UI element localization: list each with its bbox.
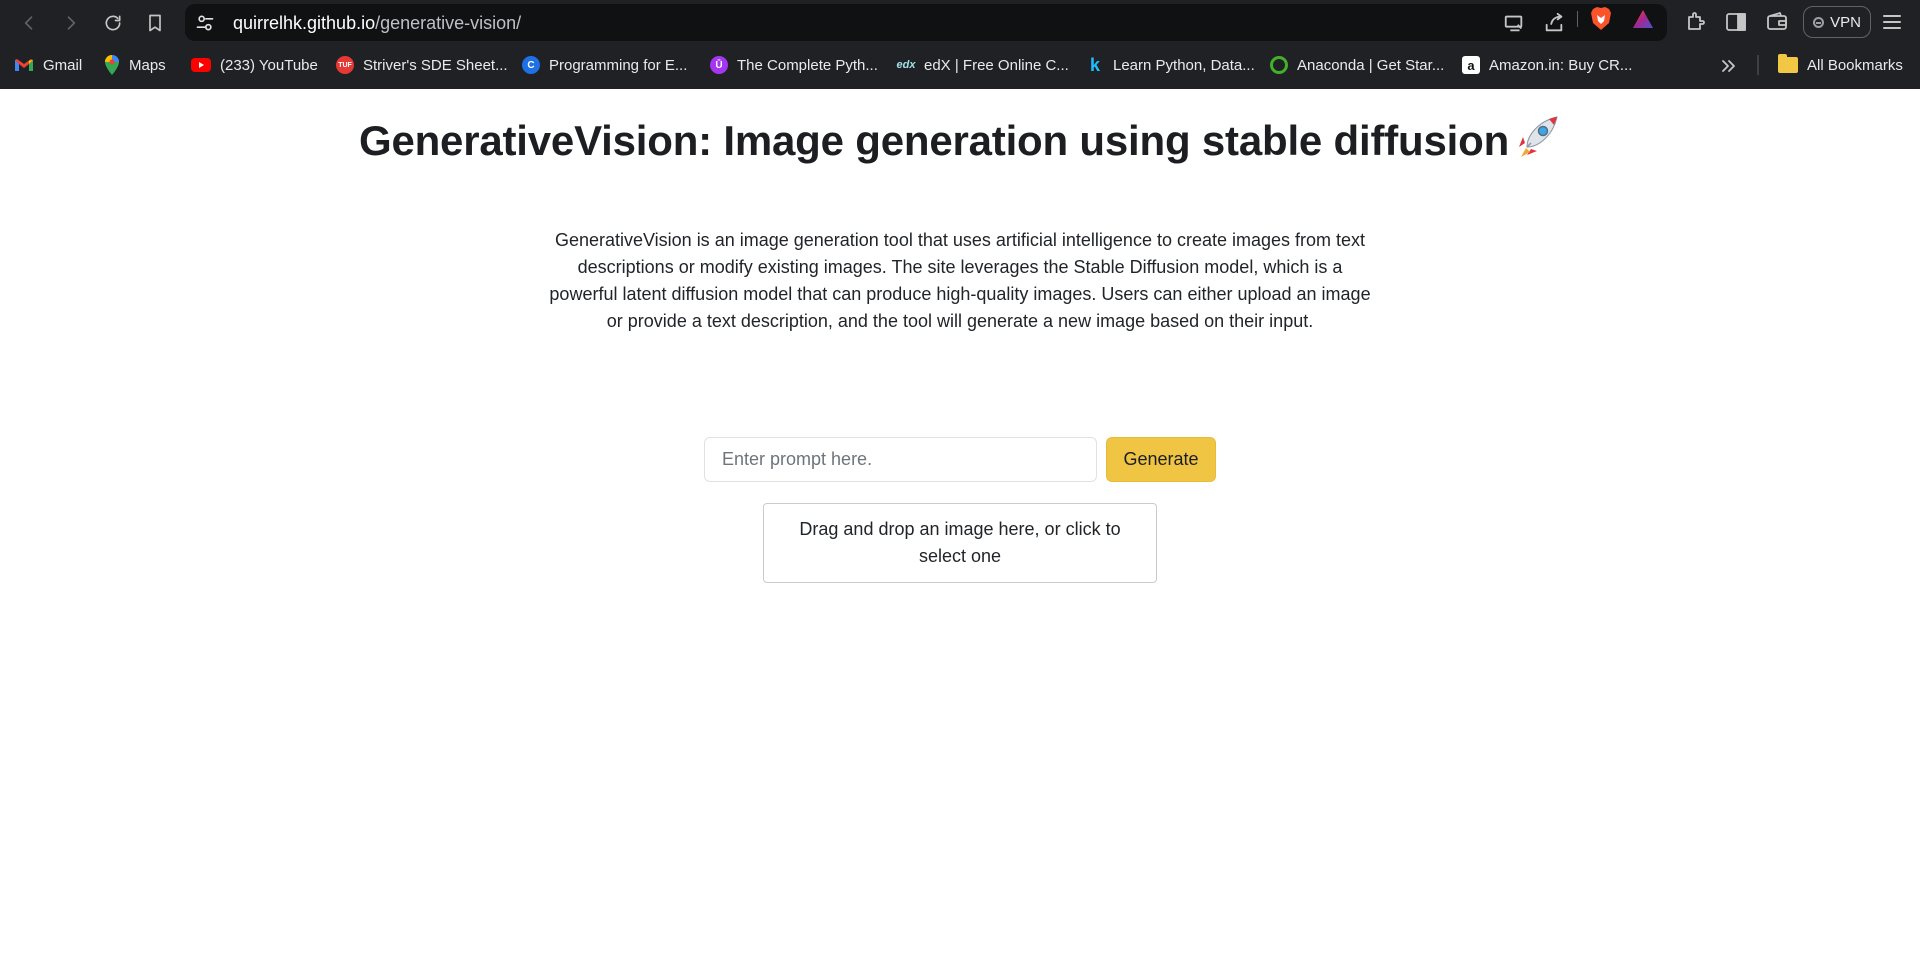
reload-icon — [105, 15, 121, 31]
vpn-label: VPN — [1830, 13, 1861, 31]
address-bar[interactable]: quirrelhk.github.io/generative-vision/ — [185, 4, 1667, 41]
bookmark-coursera[interactable]: C Programming for E... — [522, 49, 687, 81]
page-title: GenerativeVision: Image generation using… — [0, 113, 1920, 165]
cast-icon[interactable] — [1503, 12, 1525, 34]
bookmark-label: Striver's SDE Sheet... — [363, 56, 508, 74]
bookmark-striver[interactable]: TUF Striver's SDE Sheet... — [336, 49, 508, 81]
bookmarks-divider — [1757, 55, 1759, 75]
bookmark-label: (233) YouTube — [220, 56, 318, 74]
bookmark-icon — [149, 14, 161, 32]
url-path: /generative-vision/ — [375, 13, 522, 33]
menu-icon[interactable] — [1880, 10, 1904, 34]
bookmark-label: Programming for E... — [549, 56, 688, 74]
bookmark-amazon[interactable]: a Amazon.in: Buy CR... — [1462, 49, 1632, 81]
back-arrow-icon — [24, 16, 33, 30]
amazon-icon: a — [1462, 56, 1480, 74]
brave-shields-icon[interactable] — [1590, 6, 1612, 31]
youtube-icon — [191, 58, 211, 72]
gmail-icon — [15, 59, 33, 71]
bookmark-label: Maps — [129, 56, 166, 74]
chevron-double-right-icon[interactable] — [1718, 56, 1738, 76]
browser-toolbar: quirrelhk.github.io/generative-vision/ V… — [0, 0, 1920, 45]
bookmark-edx[interactable]: edx edX | Free Online C... — [897, 49, 1069, 81]
bookmark-maps[interactable]: Maps — [104, 49, 166, 81]
bookmark-label: The Complete Pyth... — [737, 56, 878, 74]
sidebar-icon[interactable] — [1724, 10, 1748, 34]
url-host: quirrelhk.github.io — [233, 13, 376, 33]
wallet-icon[interactable] — [1765, 10, 1789, 34]
folder-icon — [1778, 54, 1798, 73]
bookmark-gmail[interactable]: Gmail — [14, 49, 82, 81]
share-icon[interactable] — [1543, 12, 1565, 34]
forward-button[interactable] — [54, 6, 88, 40]
bookmark-page-button[interactable] — [138, 6, 172, 40]
forward-arrow-icon — [67, 16, 76, 30]
bookmark-label: edX | Free Online C... — [924, 56, 1069, 74]
url-text[interactable]: quirrelhk.github.io/generative-vision/ — [233, 13, 521, 34]
udemy-icon: Ū — [710, 56, 728, 74]
back-button[interactable] — [12, 6, 46, 40]
maps-icon — [105, 55, 119, 75]
tuf-icon: TUF — [336, 56, 354, 74]
site-settings-icon[interactable] — [195, 13, 215, 33]
page-description: GenerativeVision is an image generation … — [549, 230, 1371, 331]
vpn-button[interactable]: VPN — [1803, 6, 1871, 38]
page-title-text: GenerativeVision: Image generation using… — [358, 117, 1510, 164]
bookmark-youtube[interactable]: (233) YouTube — [191, 49, 318, 81]
toolbar-divider — [1577, 11, 1578, 27]
extensions-icon[interactable] — [1684, 10, 1708, 34]
image-dropzone[interactable]: Drag and drop an image here, or click to… — [763, 503, 1157, 583]
bookmark-label: Gmail — [43, 56, 83, 74]
generate-button[interactable]: Generate — [1106, 437, 1216, 482]
reload-button[interactable] — [96, 6, 130, 40]
page-content: GenerativeVision: Image generation using… — [0, 89, 1920, 973]
dropzone-text: Drag and drop an image here, or click to… — [799, 519, 1121, 566]
all-bookmarks-label: All Bookmarks — [1807, 56, 1903, 74]
bookmark-label: Anaconda | Get Star... — [1297, 56, 1445, 74]
prompt-input[interactable] — [704, 437, 1097, 482]
anaconda-icon — [1270, 56, 1288, 74]
bookmark-label: Amazon.in: Buy CR... — [1489, 56, 1633, 74]
coursera-icon: C — [522, 56, 540, 74]
brave-rewards-icon[interactable] — [1632, 8, 1654, 30]
bookmark-kaggle[interactable]: k Learn Python, Data... — [1086, 49, 1255, 81]
all-bookmarks-button[interactable]: All Bookmarks — [1778, 49, 1903, 81]
rocket-icon — [1519, 116, 1558, 157]
bookmarks-bar: Gmail Maps (233) YouTube TUF Striver's S… — [0, 49, 1920, 81]
browser-chrome: quirrelhk.github.io/generative-vision/ V… — [0, 0, 1920, 89]
bookmark-anaconda[interactable]: Anaconda | Get Star... — [1270, 49, 1444, 81]
kaggle-icon: k — [1089, 54, 1100, 75]
vpn-status-icon — [1813, 16, 1825, 28]
bookmark-udemy[interactable]: Ū The Complete Pyth... — [710, 49, 878, 81]
bookmark-label: Learn Python, Data... — [1113, 56, 1255, 74]
edx-icon: edx — [896, 59, 916, 71]
